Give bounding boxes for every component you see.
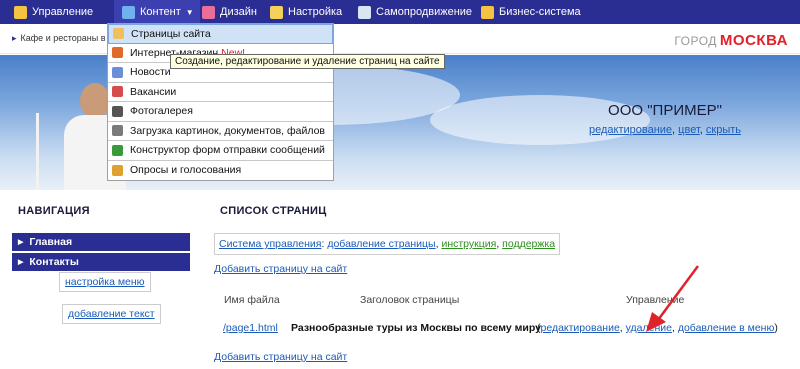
dropdown-item-label: Конструктор форм отправки сообщений — [130, 144, 325, 157]
menu-self-promotion[interactable]: Самопродвижение — [358, 0, 481, 24]
camera-icon — [112, 105, 123, 117]
row-filename: /page1.html — [223, 322, 278, 334]
menu-label: Самопродвижение — [376, 6, 473, 18]
filename-link[interactable]: /page1.html — [223, 322, 278, 334]
menu-settings[interactable]: Настройка — [270, 0, 358, 24]
navigation-title: НАВИГАЦИЯ — [18, 205, 90, 217]
shop-icon — [112, 47, 123, 59]
menu-business-system[interactable]: Бизнес-система — [481, 0, 601, 24]
nav-item-label: Контакты — [29, 256, 79, 268]
company-color-link[interactable]: цвет — [678, 124, 700, 136]
add-text-link[interactable]: добавление текст — [68, 308, 155, 320]
menu-management[interactable]: Управление — [14, 0, 114, 24]
dropdown-item-pages[interactable]: Страницы сайта — [108, 24, 333, 44]
company-block: ООО "ПРИМЕР" редактирование, цвет, скрыт… — [560, 102, 770, 136]
instruction-link[interactable]: инструкция — [441, 238, 496, 250]
system-management-link[interactable]: Система управления — [219, 238, 321, 250]
support-link[interactable]: поддержка — [502, 238, 555, 250]
content-dropdown-menu: Страницы сайта Интернет-магазин New! Нов… — [107, 23, 334, 181]
menu-label: Настройка — [288, 6, 343, 18]
dropdown-item-label: Вакансии — [130, 85, 177, 98]
page-list-title: СПИСОК СТРАНИЦ — [220, 205, 327, 217]
add-page-bottom: Добавить страницу на сайт — [214, 351, 347, 363]
business-icon — [481, 5, 494, 19]
dropdown-item-upload[interactable]: Загрузка картинок, документов, файлов — [108, 121, 333, 141]
dropdown-item-label: Фотогалерея — [130, 105, 193, 118]
menu-settings-link[interactable]: настройка меню — [65, 276, 145, 288]
menu-content[interactable]: Контент ▼ — [114, 0, 200, 24]
menu-label: Контент — [140, 6, 181, 18]
dropdown-item-label: Опросы и голосования — [130, 164, 242, 177]
menu-label: Дизайн — [220, 6, 257, 18]
admin-toolbar: Управление Контент ▼ Дизайн Настройка Са… — [0, 0, 800, 24]
form-check-icon — [112, 144, 123, 156]
triangle-right-icon: ▶ — [18, 259, 24, 266]
dropdown-item-label: Новости — [130, 66, 171, 79]
nav-item-contacts[interactable]: ▶ Контакты — [12, 253, 190, 271]
city-name: МОСКВА — [719, 32, 788, 49]
dropdown-item-polls[interactable]: Опросы и голосования — [108, 160, 333, 180]
upload-icon — [112, 125, 123, 137]
content-icon — [122, 5, 135, 19]
palette-icon — [202, 5, 215, 19]
menu-settings-box: настройка меню — [59, 272, 151, 292]
nav-item-label: Главная — [29, 236, 73, 248]
add-page-bottom-link[interactable]: Добавить страницу на сайт — [214, 351, 347, 363]
tooltip: Создание, редактирование и удаление стра… — [170, 54, 445, 69]
add-text-box: добавление текст — [62, 304, 161, 324]
chevron-down-icon: ▼ — [185, 7, 194, 17]
column-filename: Имя файла — [224, 294, 280, 306]
wind-turbine-image — [36, 113, 39, 190]
company-name: ООО "ПРИМЕР" — [608, 102, 722, 119]
company-edit-link[interactable]: редактирование — [589, 124, 672, 136]
dropdown-item-gallery[interactable]: Фотогалерея — [108, 102, 333, 122]
settings-icon — [270, 5, 283, 19]
city-prefix: ГОРОД — [674, 34, 717, 48]
add-page-top-link[interactable]: Добавить страницу на сайт — [214, 263, 347, 275]
dropdown-item-label: Загрузка картинок, документов, файлов — [130, 124, 326, 137]
breadcrumb-text: Кафе и рестораны в — [20, 33, 106, 43]
document-icon — [358, 5, 371, 19]
nav-item-home[interactable]: ▶ Главная — [12, 233, 190, 251]
news-icon — [112, 66, 123, 78]
dropdown-item-form-builder[interactable]: Конструктор форм отправки сообщений — [108, 141, 333, 161]
home-icon — [14, 5, 27, 19]
menu-label: Управление — [32, 6, 94, 18]
system-panel: Система управления: добавление страницы,… — [214, 233, 561, 255]
menu-design[interactable]: Дизайн — [200, 0, 270, 24]
dropdown-item-jobs[interactable]: Вакансии — [108, 82, 333, 102]
poll-icon — [112, 164, 123, 176]
company-hide-link[interactable]: скрыть — [706, 124, 741, 136]
dropdown-item-label: Страницы сайта — [131, 27, 211, 40]
column-title: Заголовок страницы — [360, 294, 460, 306]
jobs-icon — [112, 86, 123, 98]
breadcrumb[interactable]: ▸ Кафе и рестораны в — [12, 33, 106, 44]
add-page-link[interactable]: добавление страницы — [327, 238, 435, 250]
person-head — [80, 83, 110, 119]
company-links: редактирование, цвет, скрыть — [588, 124, 741, 136]
red-arrow-annotation — [646, 265, 700, 332]
pages-icon — [113, 28, 124, 40]
triangle-right-icon: ▶ — [18, 239, 24, 246]
menu-label: Бизнес-система — [499, 6, 581, 18]
city-label: ГОРОД МОСКВА — [674, 32, 788, 49]
row-title: Разнообразные туры из Москвы по всему ми… — [291, 322, 541, 334]
add-page-top: Добавить страницу на сайт — [214, 263, 347, 275]
arrow-right-icon: ▸ — [12, 33, 17, 43]
